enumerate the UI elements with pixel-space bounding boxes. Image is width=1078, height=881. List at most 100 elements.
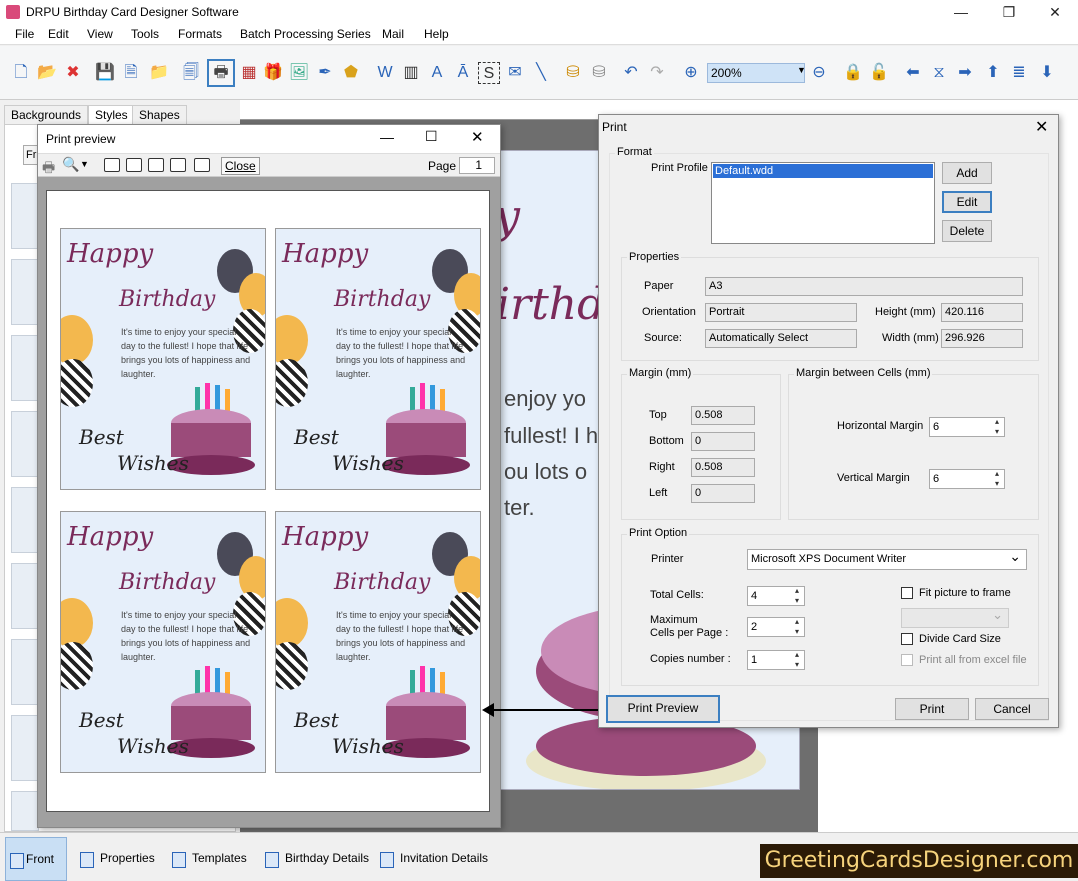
redo-icon[interactable]: ↷ xyxy=(646,62,668,84)
close-icon[interactable]: ✕ xyxy=(1032,2,1078,22)
background-icon[interactable]: ▦ xyxy=(238,62,260,84)
style-thumbnail[interactable] xyxy=(11,335,39,401)
save-icon[interactable]: 💾 xyxy=(94,62,116,84)
image-icon[interactable]: 🖼 xyxy=(288,62,310,84)
style-thumbnail[interactable] xyxy=(11,183,39,249)
signature-icon[interactable]: S xyxy=(478,62,500,84)
tab-invitation-details[interactable]: Invitation Details xyxy=(376,837,488,881)
page-input[interactable]: 1 xyxy=(459,157,495,174)
total-cells-stepper[interactable]: 4 xyxy=(747,586,805,606)
maximize-icon[interactable]: ☐ xyxy=(425,128,438,145)
undo-icon[interactable]: ↶ xyxy=(620,62,642,84)
cancel-button[interactable]: Cancel xyxy=(975,698,1049,720)
pen-icon[interactable]: ✒ xyxy=(314,62,336,84)
left-margin-field[interactable]: 0 xyxy=(691,484,755,503)
line-icon[interactable]: ╲ xyxy=(530,62,552,84)
two-pages-icon[interactable] xyxy=(126,158,142,172)
close-icon[interactable]: ✕ xyxy=(471,128,484,146)
tab-backgrounds[interactable]: Backgrounds xyxy=(4,105,89,125)
database-2-icon[interactable]: ⛁ xyxy=(588,62,610,84)
tab-templates[interactable]: Templates xyxy=(168,837,247,881)
one-page-icon[interactable] xyxy=(104,158,120,172)
card-body: It's time to enjoy your special day to t… xyxy=(121,610,251,662)
tab-styles[interactable]: Styles xyxy=(88,105,135,125)
menu-mail[interactable]: Mail xyxy=(382,27,404,41)
top-margin-field[interactable]: 0.508 xyxy=(691,406,755,425)
close-file-icon[interactable]: ✖ xyxy=(62,62,84,84)
close-preview-button[interactable]: Close xyxy=(221,157,260,175)
close-icon[interactable]: ✕ xyxy=(1035,117,1048,137)
print-excel-checkbox[interactable] xyxy=(901,654,913,666)
zoom-icon[interactable]: 🔍 xyxy=(62,156,79,173)
zoom-select[interactable]: 200% xyxy=(707,63,805,83)
zoom-in-icon[interactable]: ⊕ xyxy=(680,62,702,84)
style-thumbnail[interactable] xyxy=(11,411,39,477)
menu-help[interactable]: Help xyxy=(424,27,449,41)
menu-view[interactable]: View xyxy=(87,27,113,41)
lock-icon[interactable]: 🔒 xyxy=(842,62,864,84)
add-button[interactable]: Add xyxy=(942,162,992,184)
delete-button[interactable]: Delete xyxy=(942,220,992,242)
open-icon[interactable]: 📂 xyxy=(36,62,58,84)
style-thumbnail[interactable] xyxy=(11,639,39,705)
copies-stepper[interactable]: 1 xyxy=(747,650,805,670)
six-pages-icon[interactable] xyxy=(194,158,210,172)
print-preview-icon[interactable]: 🗐 xyxy=(180,62,202,84)
horizontal-margin-stepper[interactable]: 6 xyxy=(929,417,1005,437)
arrow-up-icon[interactable]: ⬆ xyxy=(982,62,1004,84)
gift-icon[interactable]: 🎁 xyxy=(262,62,284,84)
mail-icon[interactable]: ✉ xyxy=(504,62,526,84)
menu-edit[interactable]: Edit xyxy=(48,27,69,41)
fit-mode-select[interactable]: ⌄ xyxy=(901,607,1009,628)
zoom-dropdown-icon[interactable]: ▼ xyxy=(797,65,806,75)
flip-icon[interactable]: ⧖ xyxy=(928,62,950,84)
profile-item-selected[interactable]: Default.wdd xyxy=(713,164,933,178)
tab-front[interactable]: Front xyxy=(5,837,67,881)
menu-file[interactable]: File xyxy=(15,27,34,41)
menu-formats[interactable]: Formats xyxy=(178,27,222,41)
print-preview-button[interactable]: Print Preview xyxy=(606,695,720,723)
export-icon[interactable]: 📁 xyxy=(148,62,170,84)
bottom-margin-field[interactable]: 0 xyxy=(691,432,755,451)
max-cells-stepper[interactable]: 2 xyxy=(747,617,805,637)
style-thumbnail[interactable] xyxy=(11,715,39,781)
style-thumbnail[interactable] xyxy=(11,563,39,629)
align-icon[interactable]: ≣ xyxy=(1008,62,1030,84)
style-thumbnail[interactable] xyxy=(11,487,39,553)
database-icon[interactable]: ⛁ xyxy=(562,62,584,84)
zoom-out-icon[interactable]: ⊖ xyxy=(808,62,830,84)
style-thumbnail[interactable] xyxy=(11,791,39,831)
three-pages-icon[interactable] xyxy=(148,158,164,172)
tab-properties[interactable]: Properties xyxy=(76,837,155,881)
divide-card-checkbox[interactable] xyxy=(901,633,913,645)
text-icon[interactable]: A xyxy=(426,62,448,84)
barcode-icon[interactable]: ▥ xyxy=(400,62,422,84)
arrow-down-icon[interactable]: ⬇ xyxy=(1036,62,1058,84)
tab-birthday-details[interactable]: Birthday Details xyxy=(261,837,369,881)
style-thumbnail[interactable] xyxy=(11,259,39,325)
tab-shapes[interactable]: Shapes xyxy=(132,105,187,125)
fit-picture-checkbox[interactable] xyxy=(901,587,913,599)
four-pages-icon[interactable] xyxy=(170,158,186,172)
text-box-icon[interactable]: Ā xyxy=(452,62,474,84)
print-button[interactable]: Print xyxy=(895,698,969,720)
save-as-icon[interactable]: 🗎 xyxy=(120,62,142,84)
arrow-right-icon[interactable]: ➡ xyxy=(954,62,976,84)
right-margin-field[interactable]: 0.508 xyxy=(691,458,755,477)
print-profile-list[interactable]: Default.wdd xyxy=(711,162,935,244)
printer-select[interactable]: Microsoft XPS Document Writer xyxy=(747,547,1027,570)
menu-batch-processing[interactable]: Batch Processing Series xyxy=(240,27,371,41)
minimize-icon[interactable]: — xyxy=(938,2,984,22)
menu-tools[interactable]: Tools xyxy=(131,27,159,41)
watermark-icon[interactable]: W xyxy=(374,62,396,84)
vertical-margin-stepper[interactable]: 6 xyxy=(929,469,1005,489)
minimize-icon[interactable]: — xyxy=(380,129,394,145)
unlock-icon[interactable]: 🔓 xyxy=(868,62,890,84)
shape-tool-icon[interactable]: ⬟ xyxy=(340,62,362,84)
maximize-icon[interactable]: ❐ xyxy=(986,2,1032,22)
edit-button[interactable]: Edit xyxy=(942,191,992,213)
zoom-dropdown-icon[interactable]: ▼ xyxy=(80,159,89,169)
new-icon[interactable]: 🗋 xyxy=(10,62,32,84)
print-icon[interactable]: 🖶 xyxy=(207,59,235,87)
arrow-left-icon[interactable]: ⬅ xyxy=(902,62,924,84)
